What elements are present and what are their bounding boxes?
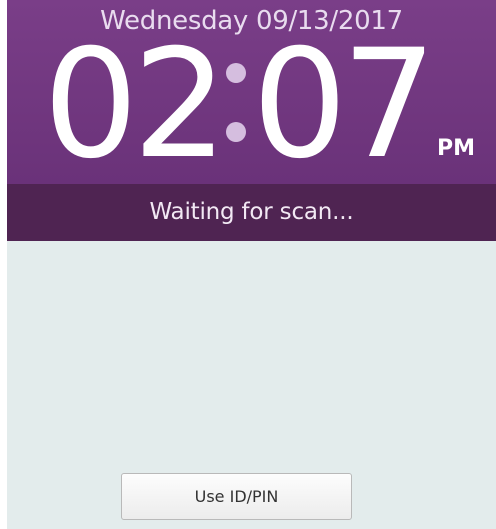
scan-status-text: Waiting for scan... <box>149 199 354 225</box>
time-am-pm: PM <box>437 136 476 161</box>
time-minutes: 07 <box>252 18 437 184</box>
time-colon-bottom-dot <box>226 122 246 142</box>
time-colon-top-dot <box>226 63 246 83</box>
time-hours: 02 <box>43 18 228 184</box>
clock-panel: Wednesday 09/13/2017 02 07 PM <box>7 0 496 184</box>
use-id-pin-button[interactable]: Use ID/PIN <box>121 473 352 520</box>
time-clock-kiosk: Wednesday 09/13/2017 02 07 PM Waiting fo… <box>7 0 496 529</box>
current-time: 02 07 PM <box>7 30 496 180</box>
status-bar: Waiting for scan... <box>7 184 496 241</box>
